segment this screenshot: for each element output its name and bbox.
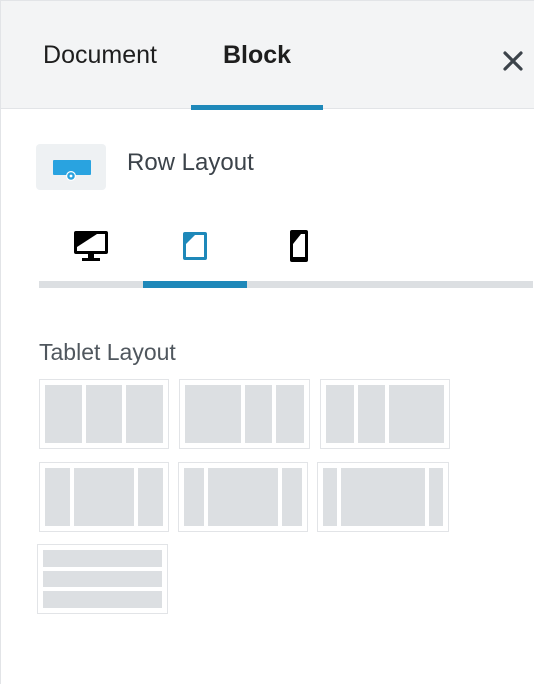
close-button[interactable]: [493, 41, 533, 81]
block-inspector-panel: Document Block Row Layout Tablet Layout: [0, 0, 534, 684]
device-tab-mobile[interactable]: [247, 211, 351, 281]
tablet-icon: [183, 232, 207, 260]
layout-column: [389, 385, 444, 443]
layout-row: [43, 591, 162, 609]
layout-column: [357, 385, 385, 443]
layout-row: [43, 570, 162, 588]
layout-column: [45, 468, 70, 526]
device-tab-tablet[interactable]: [143, 211, 247, 281]
layout-column: [282, 468, 302, 526]
layout-column: [138, 468, 163, 526]
device-tab-track: [39, 281, 533, 288]
layout-column: [341, 468, 425, 526]
layout-option-row-collapse[interactable]: [37, 544, 168, 614]
layout-section-label: Tablet Layout: [39, 339, 176, 365]
desktop-icon: [74, 231, 108, 261]
tab-block[interactable]: Block: [191, 1, 323, 110]
layout-option-center-half[interactable]: [39, 462, 169, 532]
layout-column: [126, 385, 164, 443]
device-active-indicator: [143, 281, 247, 288]
layout-option-equal-thirds[interactable]: [39, 379, 169, 449]
layout-column: [74, 468, 134, 526]
layout-column: [207, 468, 279, 526]
layout-row: [43, 550, 162, 567]
row-layout-block-icon: [36, 144, 106, 190]
layout-column: [326, 385, 354, 443]
tab-document[interactable]: Document: [15, 1, 185, 109]
layout-column: [323, 468, 337, 526]
block-card: Row Layout: [1, 109, 534, 201]
layout-column: [276, 385, 304, 443]
layout-column: [244, 385, 273, 443]
layout-column: [185, 385, 241, 443]
layout-option-right-half[interactable]: [320, 379, 450, 449]
layout-option-center-wide[interactable]: [178, 462, 308, 532]
inspector-tab-bar: Document Block: [1, 1, 534, 110]
device-tabs: [39, 211, 533, 291]
layout-column: [85, 385, 123, 443]
tab-block-label: Block: [222, 40, 292, 69]
layout-option-center-exwide[interactable]: [317, 462, 449, 532]
block-title: Row Layout: [127, 149, 254, 176]
layout-column: [184, 468, 204, 526]
mobile-icon: [290, 230, 308, 262]
tab-document-label: Document: [43, 40, 157, 69]
layout-column: [429, 468, 443, 526]
close-icon: [503, 51, 523, 71]
layout-option-left-half[interactable]: [179, 379, 310, 449]
layout-column: [45, 385, 82, 443]
device-tab-desktop[interactable]: [39, 211, 143, 281]
